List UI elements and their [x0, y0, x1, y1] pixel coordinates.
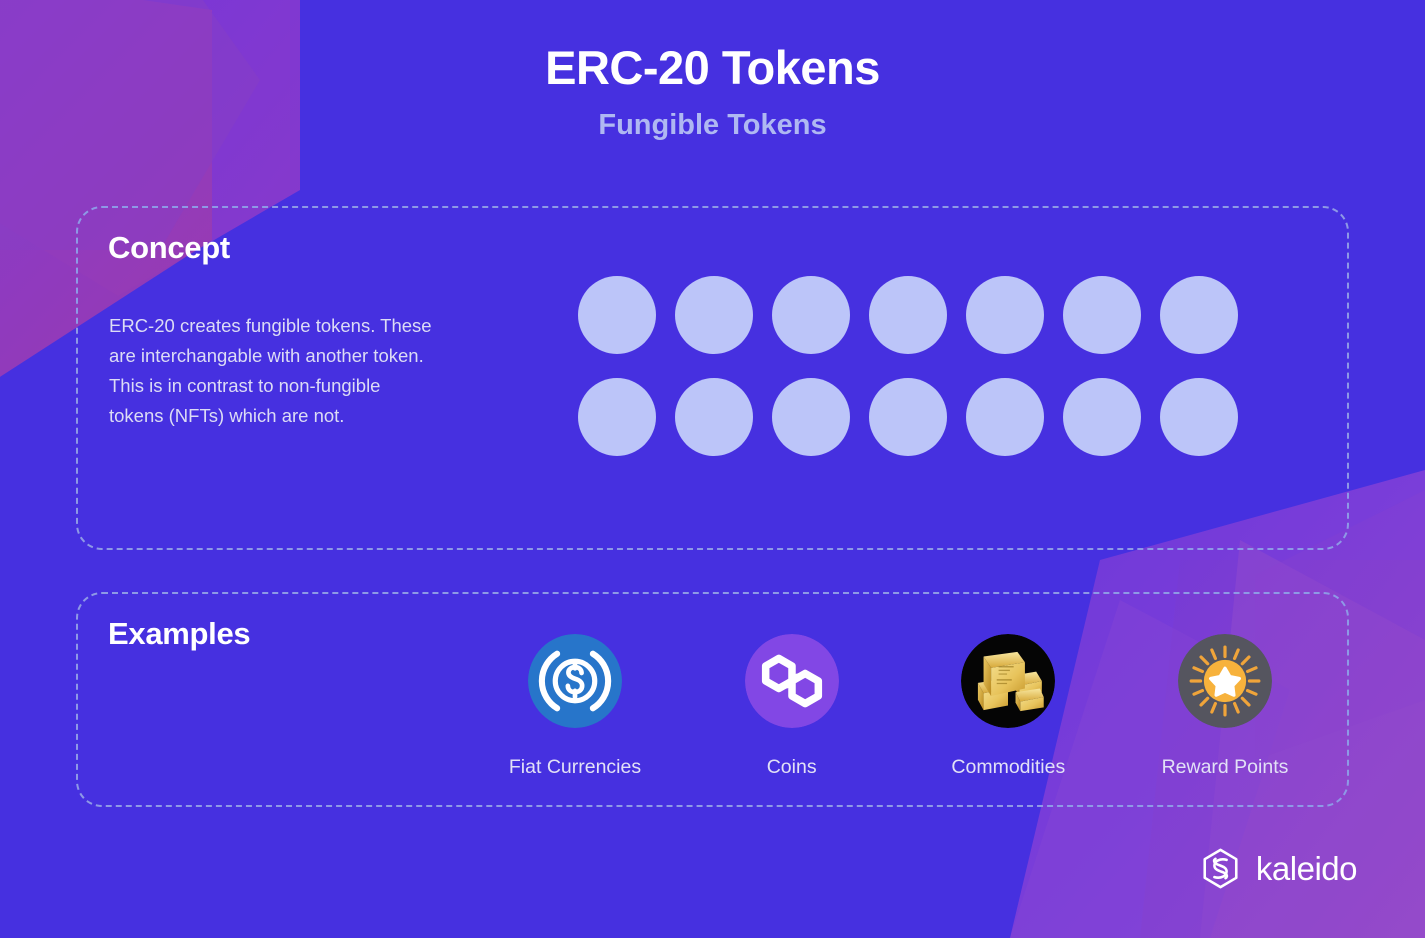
token-circle-grid: [578, 276, 1238, 456]
example-label: Commodities: [951, 756, 1066, 778]
polygon-hexagon-icon: [744, 634, 839, 728]
examples-row: Fiat Currencies Coins Commodities Reward…: [480, 634, 1320, 779]
token-circle: [578, 378, 656, 456]
example-label: Fiat Currencies: [508, 756, 642, 778]
example-item-commodities[interactable]: Commodities: [913, 634, 1103, 779]
example-item-reward-points[interactable]: Reward Points: [1130, 634, 1320, 779]
concept-heading: Concept: [108, 230, 230, 265]
usdc-dollar-coin-icon: [528, 634, 622, 728]
token-circle: [869, 378, 947, 456]
brand-name: kaleido: [1255, 850, 1358, 887]
token-circle: [1063, 276, 1141, 354]
token-circle: [675, 378, 753, 456]
concept-description: ERC-20 creates fungible tokens. These ar…: [109, 314, 432, 426]
page-title: ERC-20 Tokens: [545, 41, 880, 94]
brand-logo[interactable]: kaleido: [1199, 847, 1358, 890]
page-subtitle: Fungible Tokens: [598, 108, 827, 141]
examples-heading: Examples: [108, 616, 251, 651]
star-burst-icon: [1177, 634, 1272, 728]
concept-card: Concept ERC-20 creates fungible tokens. …: [76, 206, 1349, 550]
example-item-fiat-currencies[interactable]: Fiat Currencies: [480, 634, 670, 779]
token-circle: [675, 276, 753, 354]
kaleido-hexagon-logo-icon: [1199, 847, 1242, 890]
token-circle: [772, 378, 850, 456]
token-circle: [966, 378, 1044, 456]
token-circle: [869, 276, 947, 354]
example-label: Reward Points: [1161, 756, 1289, 778]
token-circle: [772, 276, 850, 354]
examples-card: Examples Fiat Currencies Coins Commoditi…: [76, 592, 1349, 807]
token-circle: [1063, 378, 1141, 456]
token-circle: [1160, 378, 1238, 456]
example-label: Coins: [766, 756, 817, 778]
token-circle: [1160, 276, 1238, 354]
token-circle: [966, 276, 1044, 354]
token-circle: [578, 276, 656, 354]
infographic-canvas: ERC-20 Tokens Fungible Tokens Concept ER…: [0, 0, 1425, 938]
header: ERC-20 Tokens Fungible Tokens: [0, 42, 1425, 142]
example-item-coins[interactable]: Coins: [697, 634, 887, 779]
gold-bars-icon: [961, 634, 1056, 728]
